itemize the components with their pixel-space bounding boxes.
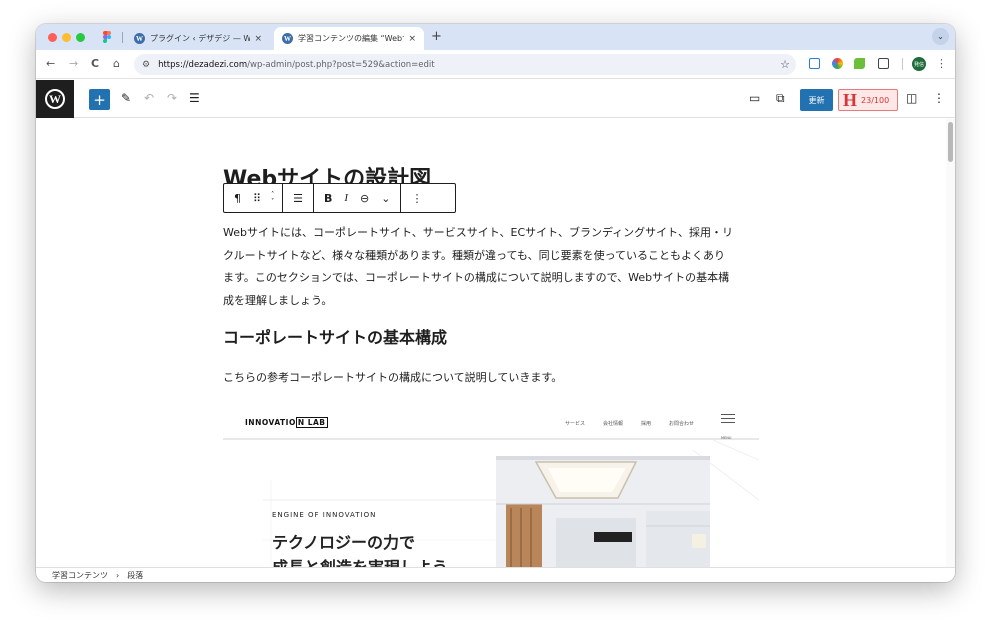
- image-block[interactable]: INNOVATIO N LAB サービス 会社情報 採用 お問合わせ MENU E…: [223, 404, 759, 567]
- site-settings-icon[interactable]: ⚙: [142, 60, 150, 70]
- zoom-window-button[interactable]: [76, 33, 85, 42]
- paragraph-line: クルートサイトなど、様々な種類があります。種類が違っても、同じ要素を使っているこ…: [223, 248, 726, 262]
- puzzle-extensions-icon[interactable]: [878, 58, 889, 69]
- home-icon[interactable]: ⌂: [113, 57, 120, 70]
- seo-score-value: 23/100: [861, 95, 890, 105]
- settings-sidebar-icon[interactable]: ◫: [906, 91, 917, 105]
- move-up-icon[interactable]: ˄: [271, 191, 274, 198]
- url-path: /wp-admin/post.php?post=529&action=edit: [247, 59, 435, 70]
- drag-handle-icon[interactable]: ⠿: [247, 192, 267, 205]
- tab-strip: W プラグイン ‹ デザデジ — WordPress × W 学習コンテンツの編…: [36, 24, 955, 50]
- wordpress-logo-button[interactable]: W: [36, 80, 74, 118]
- preview-icon[interactable]: ▭: [749, 91, 760, 105]
- breadcrumb-item-content[interactable]: 学習コンテンツ: [52, 570, 108, 581]
- block-type-group: ¶ ⠿ ˄ ˅: [224, 184, 284, 212]
- profile-avatar[interactable]: 発信: [912, 57, 926, 71]
- wordpress-favicon-icon: W: [282, 33, 293, 44]
- tools-pencil-icon[interactable]: ✎: [121, 91, 131, 105]
- redo-icon[interactable]: ↷: [167, 91, 177, 105]
- block-toolbar: ¶ ⠿ ˄ ˅ ☰ B I ⊖ ⌄ ⋮: [223, 183, 456, 213]
- undo-icon[interactable]: ↶: [144, 91, 154, 105]
- figma-pinned-tab-icon[interactable]: [103, 31, 111, 43]
- paragraph-block-2[interactable]: こちらの参考コーポレートサイトの構成について説明していきます。: [223, 369, 562, 385]
- move-down-icon[interactable]: ˅: [271, 198, 274, 205]
- embed-menu-icon: MENU: [721, 414, 735, 443]
- options-menu-icon[interactable]: ⋮: [933, 91, 945, 105]
- align-icon[interactable]: ☰: [287, 192, 309, 205]
- document-overview-icon[interactable]: ☰: [189, 91, 200, 105]
- format-group: B I ⊖ ⌄: [314, 184, 402, 212]
- scrollbar-thumb[interactable]: [948, 122, 953, 162]
- close-tab-icon[interactable]: ×: [408, 34, 416, 44]
- paragraph-block[interactable]: Webサイトには、コーポレートサイト、サービスサイト、ECサイト、ブランディング…: [223, 222, 751, 312]
- paragraph-line: 成を理解しましょう。: [223, 293, 333, 307]
- tab-title: プラグイン ‹ デザデジ — WordPress: [150, 34, 251, 43]
- embed-nav-item: 会社情報: [603, 421, 624, 427]
- bold-button[interactable]: B: [318, 192, 338, 205]
- embed-site-header: INNOVATIO N LAB サービス 会社情報 採用 お問合わせ MENU: [223, 404, 759, 440]
- minimize-window-button[interactable]: [62, 33, 71, 42]
- address-bar-row: ← → C ⌂ ⚙ https://dezadezi.com/wp-admin/…: [36, 50, 955, 79]
- alignment-group: ☰: [283, 184, 314, 212]
- cast-extension-icon[interactable]: [809, 58, 820, 69]
- url-input[interactable]: ⚙ https://dezadezi.com/wp-admin/post.php…: [134, 54, 796, 75]
- wordpress-favicon-icon: W: [134, 33, 145, 44]
- add-block-button[interactable]: +: [89, 89, 110, 110]
- paragraph-icon[interactable]: ¶: [228, 192, 247, 205]
- heading-block[interactable]: コーポレートサイトの基本構成: [223, 324, 447, 348]
- breadcrumb-separator: ›: [116, 570, 120, 580]
- tab-plugins[interactable]: W プラグイン ‹ デザデジ — WordPress ×: [126, 27, 270, 50]
- forward-arrow-icon[interactable]: →: [69, 57, 78, 70]
- browser-window: W プラグイン ‹ デザデジ — WordPress × W 学習コンテンツの編…: [36, 24, 955, 582]
- close-window-button[interactable]: [48, 33, 57, 42]
- view-post-external-icon[interactable]: ⧉: [776, 91, 785, 106]
- block-breadcrumb: 学習コンテンツ › 段落: [36, 567, 955, 582]
- block-mover: ˄ ˅: [267, 191, 278, 205]
- update-button[interactable]: 更新: [800, 89, 833, 111]
- paragraph-line: ます。このセクションでは、コーポレートサイトの構成について説明しますので、Web…: [223, 271, 730, 284]
- office-photo-illustration: [496, 456, 710, 567]
- embed-nav-item: 採用: [641, 421, 652, 427]
- tab-search-chevron-icon[interactable]: ⌄: [932, 28, 949, 45]
- reload-icon[interactable]: C: [91, 57, 99, 70]
- wordpress-logo-icon: W: [45, 89, 65, 109]
- block-options-icon[interactable]: ⋮: [405, 192, 428, 205]
- embed-eyebrow: ENGINE OF INNOVATION: [272, 511, 377, 519]
- url-host: https://dezadezi.com: [158, 59, 248, 70]
- browser-menu-icon[interactable]: ⋮: [936, 57, 947, 70]
- editor-canvas: Webサイトの設計図 ¶ ⠿ ˄ ˅ ☰ B I ⊖ ⌄ ⋮ Webサイトには、…: [36, 119, 946, 567]
- editor-header: W + ✎ ↶ ↷ ☰ ▭ ⧉ 更新 H 23/100 ◫ ⋮: [36, 80, 955, 118]
- leaf-extension-icon[interactable]: [854, 58, 865, 69]
- seo-score-badge[interactable]: H 23/100: [838, 89, 898, 111]
- tab-separator: [122, 32, 123, 43]
- new-tab-button[interactable]: +: [431, 29, 442, 44]
- color-extension-icon[interactable]: [832, 58, 843, 69]
- close-tab-icon[interactable]: ×: [254, 34, 262, 44]
- tab-edit-content[interactable]: W 学習コンテンツの編集 “Webサイトの設計図” ×: [274, 27, 424, 50]
- embed-logo: INNOVATIO N LAB: [245, 417, 328, 428]
- toolbar-divider: [902, 58, 903, 70]
- options-group: ⋮: [401, 184, 432, 212]
- paragraph-line: Webサイトには、コーポレートサイト、サービスサイト、ECサイト、ブランディング…: [223, 226, 733, 239]
- back-arrow-icon[interactable]: ←: [46, 57, 55, 70]
- tab-title: 学習コンテンツの編集 “Webサイトの設計図”: [298, 34, 404, 43]
- embed-nav-item: お問合わせ: [669, 421, 695, 427]
- content-scrollbar[interactable]: [946, 119, 955, 567]
- more-rich-text-chevron-icon[interactable]: ⌄: [375, 192, 396, 205]
- italic-button[interactable]: I: [338, 192, 354, 204]
- seo-h-icon: H: [843, 90, 858, 110]
- embed-nav-item: サービス: [565, 421, 586, 427]
- embed-office-photo: [496, 456, 710, 567]
- bookmark-star-icon[interactable]: ☆: [780, 58, 790, 71]
- breadcrumb-item-paragraph[interactable]: 段落: [127, 570, 143, 581]
- embed-headline: テクノロジーの力で 成長と創造を実現しよう: [272, 533, 448, 567]
- link-icon[interactable]: ⊖: [354, 192, 375, 205]
